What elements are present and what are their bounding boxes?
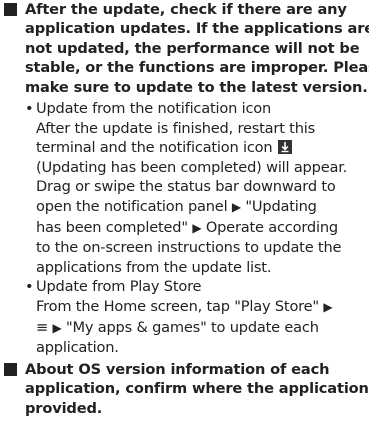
arrow-right-icon: ▶ [231,200,241,214]
square-bullet-icon [4,3,17,16]
arrow-right-icon: ▶ [323,299,333,314]
list-item-notification-update: • Update from the notification icon Afte… [25,100,348,276]
menu-icon: ≡ [36,318,49,336]
section-heading: After the update, check if there are any… [2,0,369,97]
square-bullet-icon [4,363,17,376]
arrow-right-icon: ▶ [192,220,202,235]
section-heading: About OS version information of each app… [2,360,369,418]
document-page: After the update, check if there are any… [0,0,369,423]
list-item-play-store-update: • Update from Play Store From the Home s… [25,278,333,357]
update-methods-list: • Update from the notification icon Afte… [2,99,366,358]
update-notification-icon [277,140,292,155]
update-check-section: After the update, check if there are any… [2,0,369,358]
dot-bullet: • [25,278,34,296]
dot-bullet: • [25,100,34,118]
arrow-right-icon: ▶ [52,320,62,335]
os-version-section: About OS version information of each app… [2,360,369,418]
